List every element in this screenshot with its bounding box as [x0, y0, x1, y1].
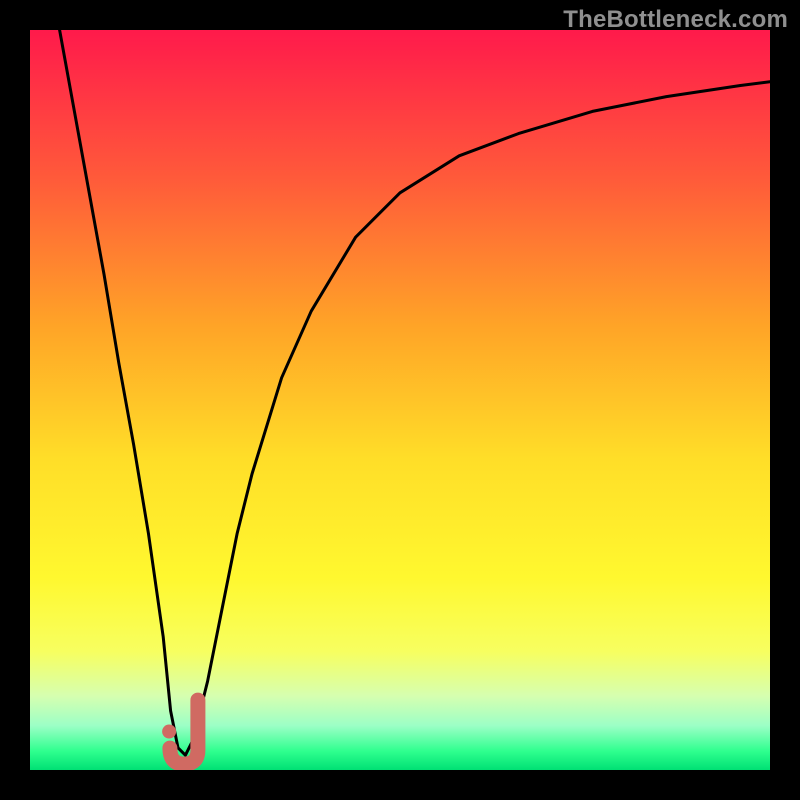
gradient-background — [30, 30, 770, 770]
chart-svg — [30, 30, 770, 770]
chart-frame: TheBottleneck.com — [0, 0, 800, 800]
marker-dot — [162, 725, 176, 739]
plot-area — [30, 30, 770, 770]
